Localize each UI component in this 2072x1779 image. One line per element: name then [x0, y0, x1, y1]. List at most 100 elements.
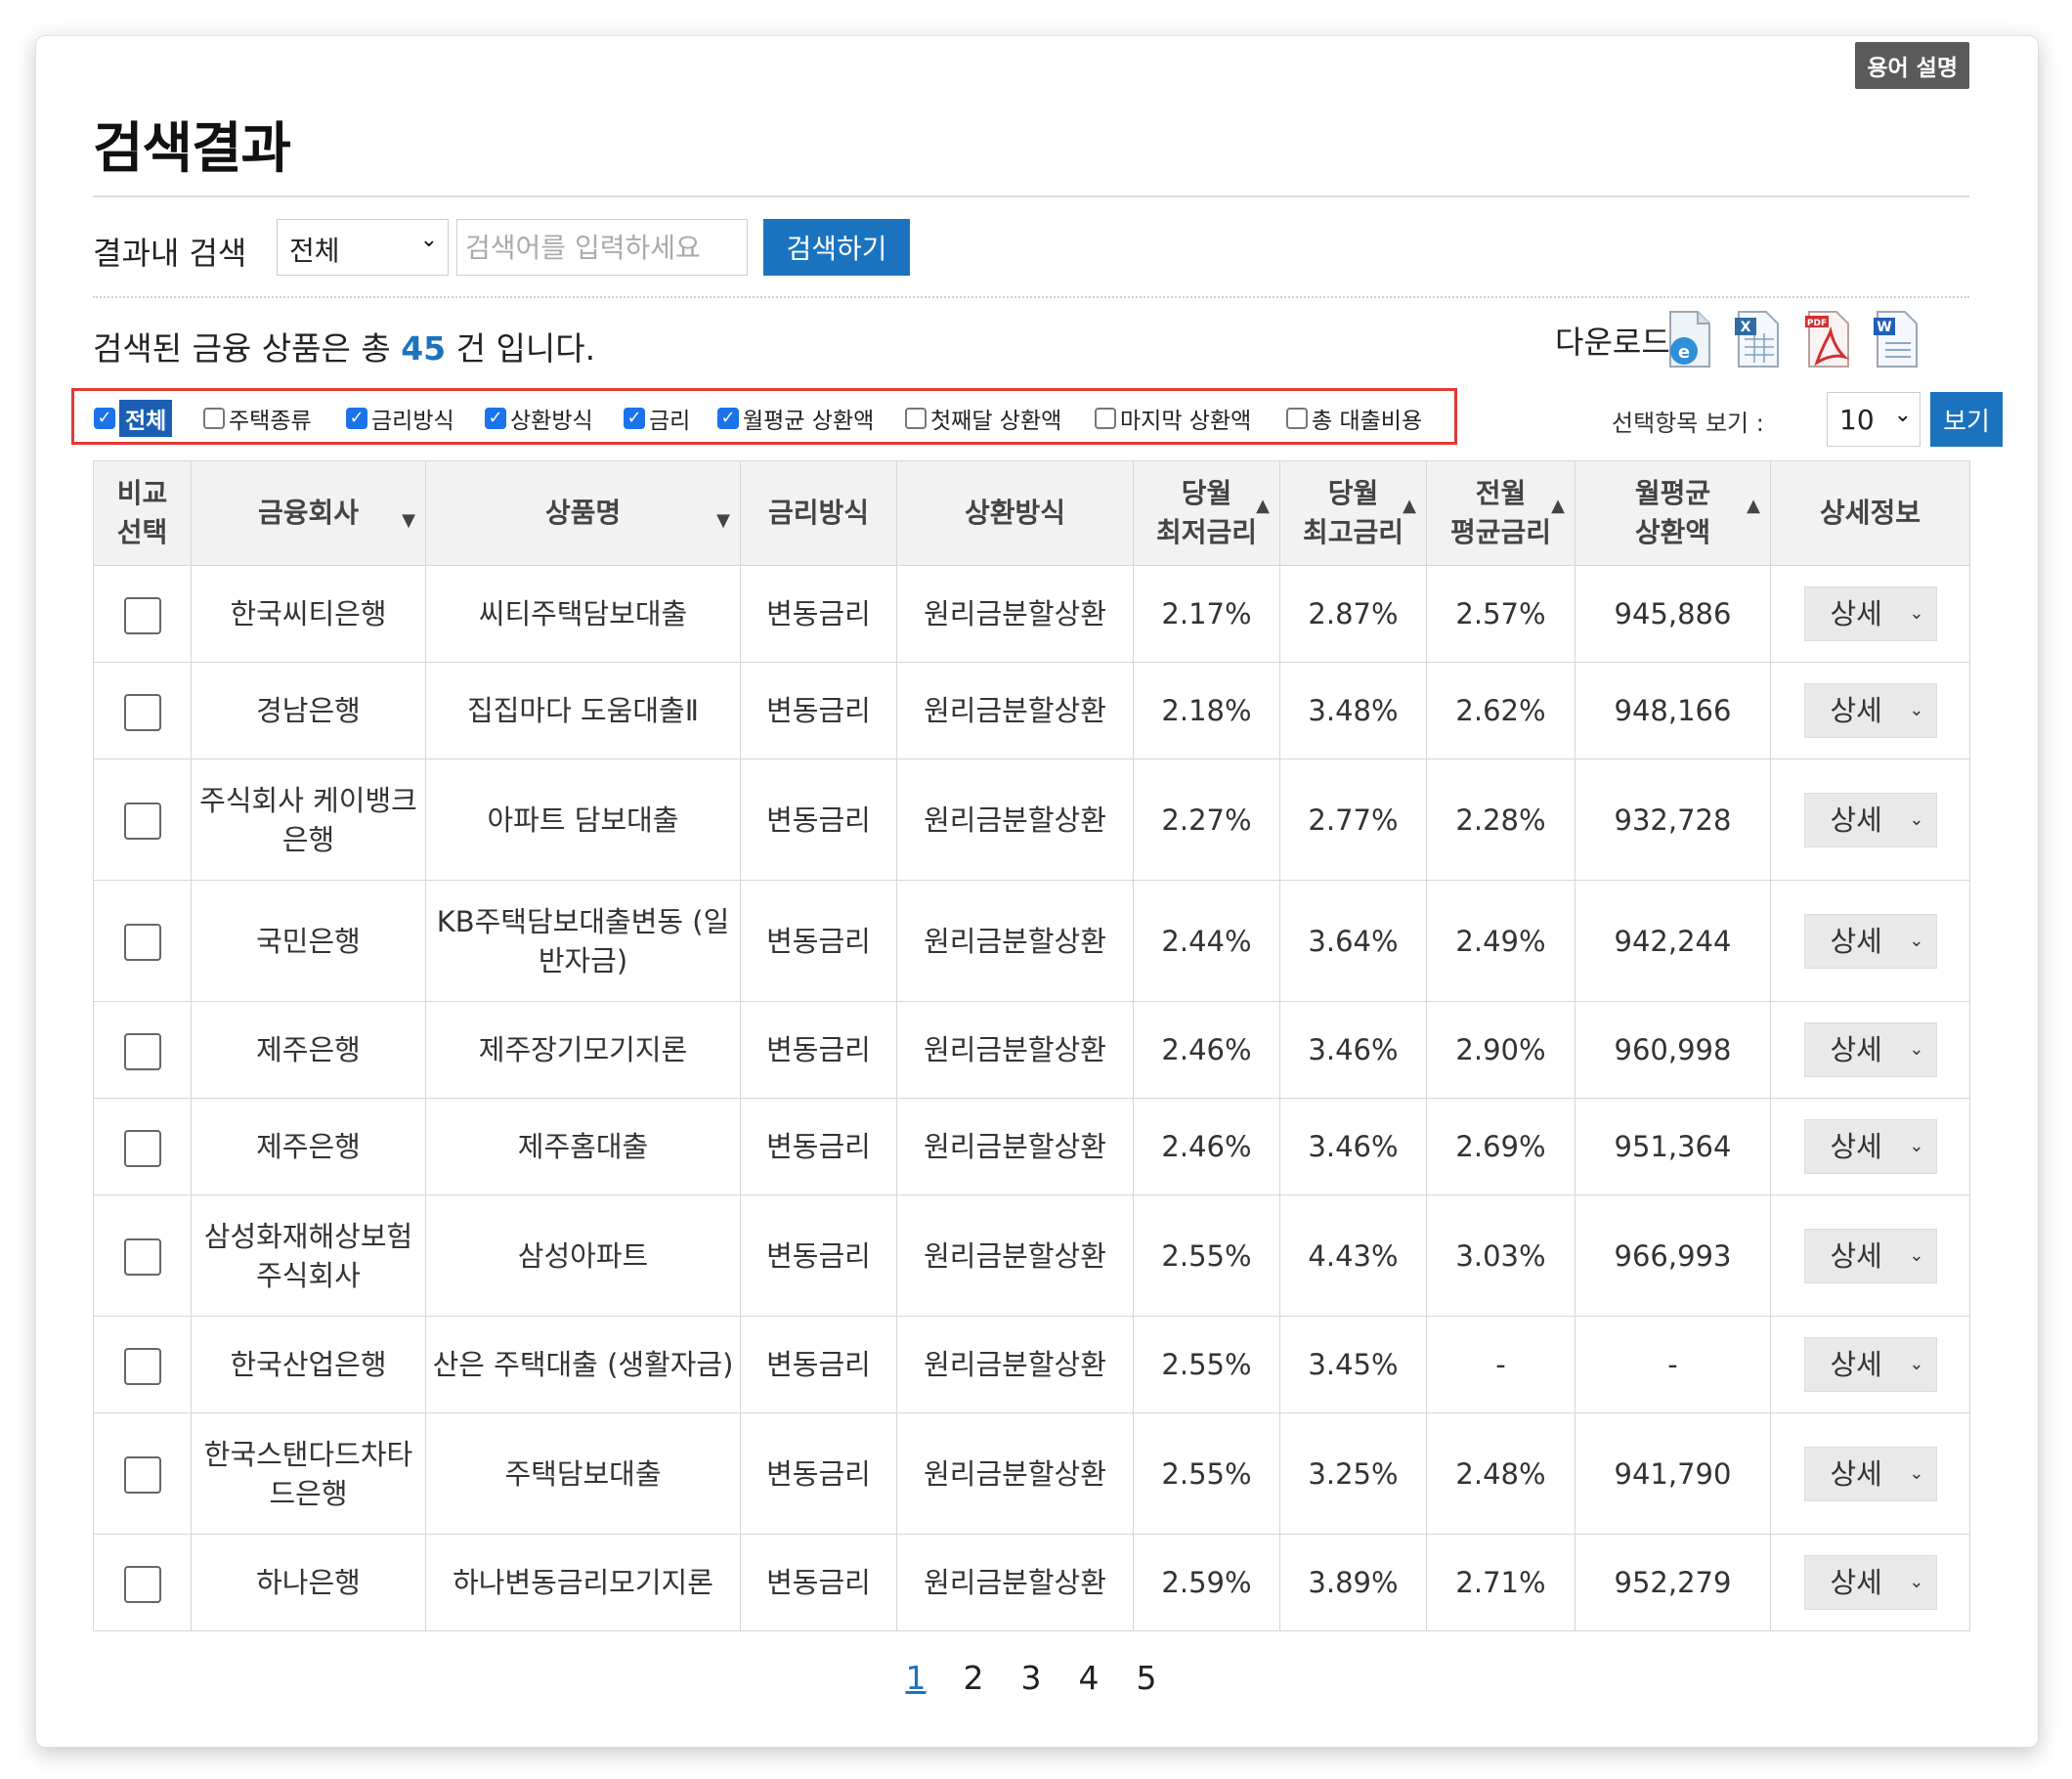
compare-checkbox[interactable] — [123, 693, 161, 731]
product-cell: 씨티주택담보대출 — [425, 565, 741, 663]
sort-down-icon[interactable]: ▼ — [716, 501, 730, 541]
th-line: 당월 — [1181, 477, 1232, 509]
checkbox[interactable] — [346, 408, 367, 429]
checkbox[interactable] — [485, 408, 506, 429]
detail-button[interactable]: 상세 ⌄ — [1803, 913, 1937, 969]
checkbox[interactable] — [1095, 408, 1116, 429]
compare-checkbox[interactable] — [123, 924, 161, 961]
sort-up-icon[interactable]: ▲ — [1403, 487, 1416, 526]
page-link-5[interactable]: 5 — [1137, 1659, 1157, 1697]
detail-button[interactable]: 상세 ⌄ — [1803, 792, 1937, 847]
detail-button[interactable]: 상세 ⌄ — [1803, 1228, 1937, 1283]
max-rate-cell: 3.46% — [1279, 1001, 1427, 1099]
view-button[interactable]: 보기 — [1930, 392, 2003, 447]
detail-button[interactable]: 상세 ⌄ — [1803, 1337, 1937, 1392]
hwp-icon[interactable]: e — [1664, 310, 1713, 370]
compare-checkbox[interactable] — [123, 1565, 161, 1603]
product-cell: 제주홈대출 — [425, 1098, 741, 1195]
product-cell: 주택담보대출 — [425, 1412, 741, 1535]
table-row: 한국씨티은행 씨티주택담보대출 변동금리 원리금분할상환 2.17% 2.87%… — [93, 565, 1970, 663]
th-max-rate[interactable]: 당월 최고금리 ▲ — [1279, 460, 1427, 566]
page-link-1[interactable]: 1 — [906, 1659, 927, 1697]
filter-rate-type[interactable]: 금리방식 — [346, 404, 454, 434]
detail-button[interactable]: 상세 ⌄ — [1803, 586, 1937, 641]
detail-cell: 상세 ⌄ — [1770, 1534, 1970, 1631]
filter-first-payment[interactable]: 첫째달 상환액 — [905, 404, 1062, 434]
filter-monthly-payment[interactable]: 월평균 상환액 — [717, 404, 874, 434]
detail-button[interactable]: 상세 ⌄ — [1803, 683, 1937, 738]
compare-checkbox[interactable] — [123, 1032, 161, 1070]
page-link-4[interactable]: 4 — [1079, 1659, 1100, 1697]
excel-icon[interactable]: X — [1733, 310, 1782, 370]
repay-cell: 원리금분할상환 — [896, 1001, 1134, 1099]
detail-button[interactable]: 상세 ⌄ — [1803, 1119, 1937, 1174]
sort-down-icon[interactable]: ▼ — [402, 501, 415, 541]
filter-rate[interactable]: 금리 — [624, 404, 690, 434]
th-line: 월평균 — [1634, 477, 1711, 509]
checkbox[interactable] — [94, 408, 115, 429]
th-monthly[interactable]: 월평균 상환액 ▲ — [1575, 460, 1771, 566]
filter-house-type[interactable]: 주택종류 — [203, 404, 312, 434]
product-cell: 제주장기모기지론 — [425, 1001, 741, 1099]
detail-label: 상세 — [1830, 803, 1882, 837]
filter-label: 첫째달 상환액 — [930, 409, 1062, 434]
filter-last-payment[interactable]: 마지막 상환액 — [1095, 404, 1251, 434]
detail-label: 상세 — [1830, 694, 1882, 727]
sort-up-icon[interactable]: ▲ — [1551, 487, 1565, 526]
compare-checkbox[interactable] — [123, 1238, 161, 1276]
monthly-cell: 952,279 — [1575, 1534, 1771, 1631]
search-scope-value: 전체 — [289, 235, 340, 267]
compare-checkbox[interactable] — [123, 1129, 161, 1167]
detail-cell: 상세 ⌄ — [1770, 1316, 1970, 1413]
min-rate-cell: 2.55% — [1133, 1412, 1280, 1535]
filter-repay-type[interactable]: 상환방식 — [485, 404, 593, 434]
page-link-3[interactable]: 3 — [1021, 1659, 1042, 1697]
compare-cell — [93, 880, 192, 1002]
checkbox[interactable] — [203, 408, 225, 429]
repay-cell: 원리금분할상환 — [896, 662, 1134, 759]
detail-cell: 상세 ⌄ — [1770, 565, 1970, 663]
detail-button[interactable]: 상세 ⌄ — [1803, 1446, 1937, 1501]
max-rate-cell: 4.43% — [1279, 1194, 1427, 1317]
avg-rate-cell: 2.57% — [1426, 565, 1576, 663]
table-row: 주식회사 케이뱅크은행 아파트 담보대출 변동금리 원리금분할상환 2.27% … — [93, 759, 1970, 881]
checkbox[interactable] — [1286, 408, 1308, 429]
checkbox[interactable] — [905, 408, 927, 429]
page-link-2[interactable]: 2 — [964, 1659, 984, 1697]
sort-up-icon[interactable]: ▲ — [1747, 487, 1760, 526]
company-cell: 경남은행 — [191, 662, 426, 759]
repay-cell: 원리금분할상환 — [896, 759, 1134, 881]
compare-checkbox[interactable] — [123, 596, 161, 634]
pdf-icon[interactable]: PDF — [1803, 310, 1852, 370]
min-rate-cell: 2.17% — [1133, 565, 1280, 663]
rows-per-page-select[interactable]: 10 ⌄ — [1827, 392, 1921, 447]
search-button[interactable]: 검색하기 — [763, 219, 910, 276]
detail-button[interactable]: 상세 ⌄ — [1803, 1022, 1937, 1077]
compare-cell — [93, 1316, 192, 1413]
th-company[interactable]: 금융회사 ▼ — [191, 460, 426, 566]
search-within-results: 결과내 검색 전체 ⌄ 검색하기 — [93, 217, 1969, 278]
detail-button[interactable]: 상세 ⌄ — [1803, 1555, 1937, 1610]
th-avg-rate[interactable]: 전월 평균금리 ▲ — [1426, 460, 1576, 566]
chevron-down-icon: ⌄ — [1909, 1244, 1924, 1266]
word-icon[interactable]: W — [1872, 310, 1921, 370]
compare-checkbox[interactable] — [123, 803, 161, 840]
rate-type-cell: 변동금리 — [740, 1316, 897, 1413]
glossary-button[interactable]: 용어 설명 — [1855, 42, 1969, 89]
avg-rate-cell: 2.71% — [1426, 1534, 1576, 1631]
th-product[interactable]: 상품명 ▼ — [425, 460, 741, 566]
th-min-rate[interactable]: 당월 최저금리 ▲ — [1133, 460, 1280, 566]
checkbox[interactable] — [717, 408, 739, 429]
product-cell: KB주택담보대출변동 (일반자금) — [425, 880, 741, 1002]
filter-all[interactable]: 전체 — [94, 400, 173, 437]
avg-rate-cell: 2.90% — [1426, 1001, 1576, 1099]
checkbox[interactable] — [624, 408, 645, 429]
rate-type-cell: 변동금리 — [740, 662, 897, 759]
search-input[interactable] — [456, 219, 748, 276]
filter-total-cost[interactable]: 총 대출비용 — [1286, 404, 1422, 434]
compare-checkbox[interactable] — [123, 1456, 161, 1494]
sort-up-icon[interactable]: ▲ — [1256, 487, 1270, 526]
search-scope-select[interactable]: 전체 ⌄ — [277, 219, 449, 276]
detail-cell: 상세 ⌄ — [1770, 1098, 1970, 1195]
compare-checkbox[interactable] — [123, 1347, 161, 1385]
